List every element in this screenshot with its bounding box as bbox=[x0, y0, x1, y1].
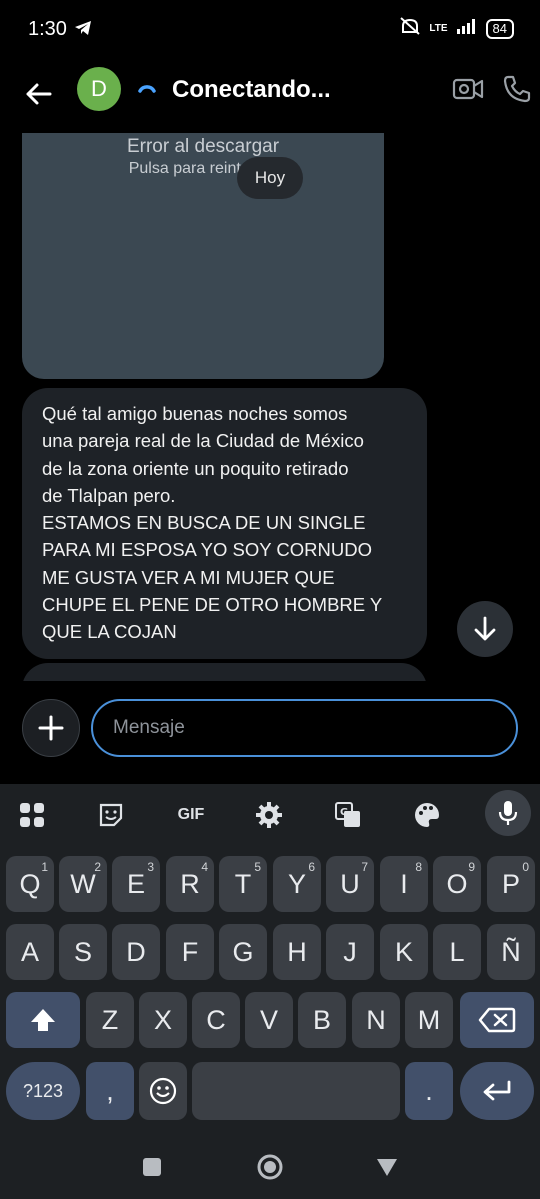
key-l[interactable]: L bbox=[433, 924, 481, 980]
telegram-icon bbox=[74, 20, 92, 41]
key-c[interactable]: C bbox=[192, 992, 240, 1048]
svg-text:G: G bbox=[340, 807, 348, 818]
plus-icon bbox=[38, 715, 64, 741]
key-o[interactable]: O9 bbox=[433, 856, 481, 912]
arrow-left-icon bbox=[26, 83, 52, 105]
key-n-tilde[interactable]: Ñ bbox=[487, 924, 535, 980]
home-button[interactable] bbox=[256, 1153, 284, 1186]
key-q[interactable]: Q1 bbox=[6, 856, 54, 912]
mute-icon bbox=[399, 16, 421, 41]
message-text: Qué tal amigo buenas noches somos una pa… bbox=[42, 403, 383, 643]
avatar[interactable]: D bbox=[77, 67, 121, 111]
apps-grid-icon[interactable] bbox=[15, 798, 49, 832]
recents-button[interactable] bbox=[142, 1157, 162, 1182]
status-time: 1:30 bbox=[28, 18, 67, 40]
shift-key[interactable] bbox=[6, 992, 80, 1048]
system-navigation-bar bbox=[0, 1130, 540, 1199]
key-u[interactable]: U7 bbox=[326, 856, 374, 912]
key-j[interactable]: J bbox=[326, 924, 374, 980]
circle-icon bbox=[257, 1154, 283, 1180]
palette-icon[interactable] bbox=[410, 798, 444, 832]
period-key[interactable]: . bbox=[405, 1062, 453, 1120]
key-h[interactable]: H bbox=[273, 924, 321, 980]
key-a[interactable]: A bbox=[6, 924, 54, 980]
video-camera-icon bbox=[452, 78, 484, 100]
key-g[interactable]: G bbox=[219, 924, 267, 980]
settings-gear-icon[interactable] bbox=[252, 798, 286, 832]
status-bar: 1:30 LTE 84 bbox=[0, 0, 540, 60]
key-x[interactable]: X bbox=[139, 992, 187, 1048]
square-icon bbox=[143, 1158, 161, 1176]
signal-icon bbox=[456, 18, 478, 39]
conversation-title[interactable]: Conectando... bbox=[172, 76, 331, 104]
back-nav-button[interactable] bbox=[375, 1157, 399, 1182]
key-d[interactable]: D bbox=[112, 924, 160, 980]
key-s[interactable]: S bbox=[59, 924, 107, 980]
backspace-key[interactable] bbox=[460, 992, 534, 1048]
emoji-smile-icon bbox=[149, 1077, 177, 1105]
phone-icon bbox=[503, 75, 531, 103]
key-e[interactable]: E3 bbox=[112, 856, 160, 912]
video-call-button[interactable] bbox=[452, 74, 484, 109]
message-list[interactable]: Error al descargar Pulsa para reintentar… bbox=[0, 133, 540, 681]
key-z[interactable]: Z bbox=[86, 992, 134, 1048]
scroll-to-bottom-button[interactable] bbox=[457, 601, 513, 657]
message-bubble[interactable]: Qué tal amigo buenas noches somos una pa… bbox=[22, 388, 427, 659]
key-i[interactable]: I8 bbox=[380, 856, 428, 912]
backspace-icon bbox=[478, 1007, 516, 1033]
comma-key[interactable]: , bbox=[86, 1062, 134, 1120]
network-type: LTE bbox=[429, 22, 448, 34]
message-input[interactable] bbox=[91, 699, 518, 757]
date-chip: Hoy bbox=[237, 157, 303, 199]
key-b[interactable]: B bbox=[298, 992, 346, 1048]
retry-hint: Pulsa para reintentar bbox=[128, 160, 278, 177]
key-m[interactable]: M bbox=[405, 992, 453, 1048]
download-error-title: Error al descargar bbox=[126, 136, 280, 157]
keyboard-toolbar: GIF G bbox=[0, 784, 540, 844]
emoji-key[interactable] bbox=[139, 1062, 187, 1120]
sticker-icon[interactable] bbox=[94, 798, 128, 832]
enter-key[interactable] bbox=[460, 1062, 534, 1120]
back-button[interactable] bbox=[22, 77, 56, 111]
key-v[interactable]: V bbox=[245, 992, 293, 1048]
key-w[interactable]: W2 bbox=[59, 856, 107, 912]
key-k[interactable]: K bbox=[380, 924, 428, 980]
arrow-down-icon bbox=[474, 616, 496, 641]
enter-arrow-icon bbox=[483, 1080, 511, 1101]
key-p[interactable]: P0 bbox=[487, 856, 535, 912]
key-n[interactable]: N bbox=[352, 992, 400, 1048]
status-icons: LTE 84 bbox=[399, 16, 514, 41]
gif-button[interactable]: GIF bbox=[172, 798, 210, 832]
key-r[interactable]: R4 bbox=[166, 856, 214, 912]
triangle-down-icon bbox=[377, 1159, 397, 1176]
microphone-icon bbox=[498, 801, 518, 825]
message-bubble[interactable] bbox=[22, 663, 427, 681]
shift-arrow-icon bbox=[31, 1009, 55, 1031]
microphone-button[interactable] bbox=[485, 790, 531, 836]
image-message-failed[interactable]: Error al descargar Pulsa para reintentar bbox=[22, 133, 384, 379]
battery-indicator: 84 bbox=[485, 18, 514, 39]
translate-icon[interactable]: G bbox=[331, 798, 365, 832]
key-f[interactable]: F bbox=[166, 924, 214, 980]
key-y[interactable]: Y6 bbox=[273, 856, 321, 912]
add-attachment-button[interactable] bbox=[22, 699, 80, 757]
spacebar[interactable] bbox=[192, 1062, 400, 1120]
voice-call-button[interactable] bbox=[502, 74, 532, 109]
loading-spinner-icon bbox=[137, 78, 157, 98]
key-t[interactable]: T5 bbox=[219, 856, 267, 912]
symbols-key[interactable]: ?123 bbox=[6, 1062, 80, 1120]
